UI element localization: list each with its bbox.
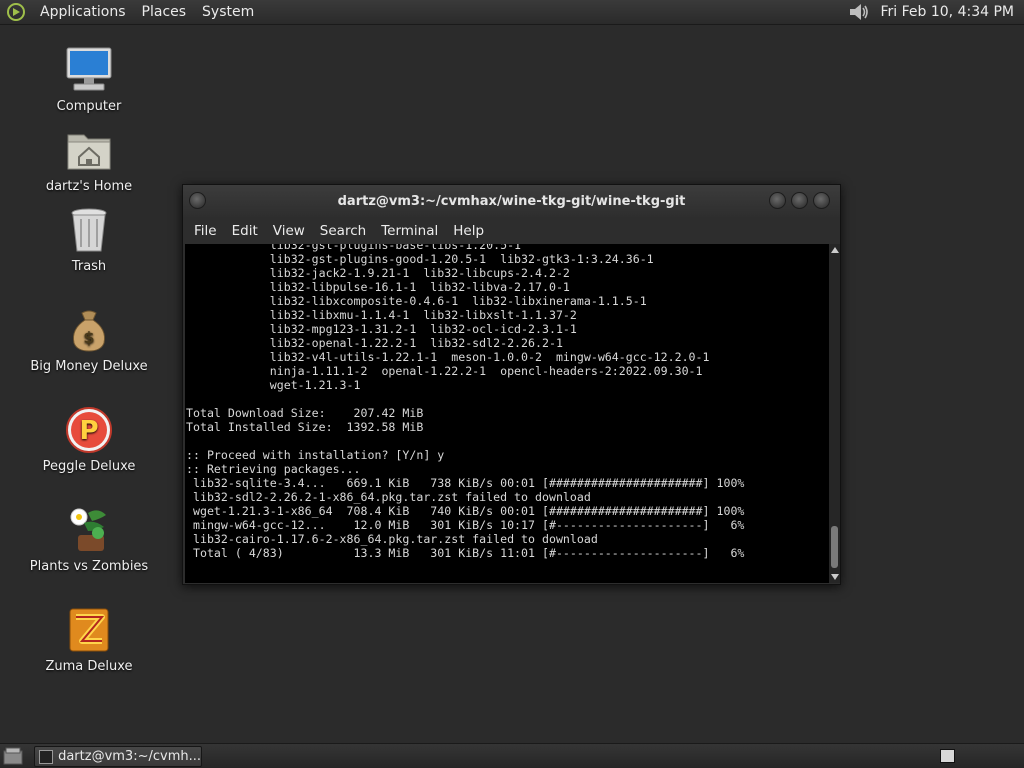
system-menu[interactable]: System	[194, 0, 262, 25]
taskbar-button-terminal[interactable]: dartz@vm3:~/cvmh...	[34, 746, 202, 767]
svg-text:P: P	[79, 416, 98, 446]
distro-logo-icon[interactable]	[6, 2, 26, 22]
peggle-icon: P	[66, 407, 112, 453]
menu-search[interactable]: Search	[313, 223, 374, 239]
terminal-text: lib32-gst-plugins-base-libs-1.20.5-1 lib…	[185, 244, 829, 560]
clock[interactable]: Fri Feb 10, 4:34 PM	[875, 4, 1024, 20]
desktop-icon-label: Zuma Deluxe	[45, 659, 133, 674]
desktop-icon-label: dartz's Home	[45, 179, 133, 194]
terminal-line: lib32-sdl2-2.26.2-1-x86_64.pkg.tar.zst f…	[186, 490, 591, 504]
maximize-button[interactable]	[791, 192, 808, 209]
terminal-output[interactable]: lib32-gst-plugins-base-libs-1.20.5-1 lib…	[185, 244, 829, 583]
terminal-line: Total Installed Size: 1392.58 MiB	[186, 420, 424, 434]
terminal-line: lib32-sqlite-3.4... 669.1 KiB 738 KiB/s …	[186, 476, 745, 490]
terminal-scrollbar[interactable]	[829, 244, 840, 583]
terminal-window[interactable]: dartz@vm3:~/cvmhax/wine-tkg-git/wine-tkg…	[182, 184, 841, 585]
window-menu-button[interactable]	[189, 192, 206, 209]
desktop-icon-computer[interactable]: Computer	[24, 45, 154, 114]
menu-view[interactable]: View	[266, 223, 313, 239]
home-folder-icon	[67, 134, 111, 170]
scroll-up-arrow-icon[interactable]	[831, 247, 839, 253]
applications-menu[interactable]: Applications	[32, 0, 134, 25]
desktop-icon-label: Big Money Deluxe	[30, 359, 148, 374]
terminal-line: mingw-w64-gcc-12... 12.0 MiB 301 KiB/s 1…	[186, 518, 745, 532]
bottom-panel: dartz@vm3:~/cvmh...	[0, 743, 1024, 768]
desktop-icon-peggle[interactable]: P Peggle Deluxe	[24, 405, 154, 474]
volume-icon[interactable]	[847, 1, 871, 23]
minimize-button[interactable]	[769, 192, 786, 209]
show-desktop-icon[interactable]	[3, 747, 23, 766]
trash-icon	[71, 208, 107, 252]
taskbar-button-label: dartz@vm3:~/cvmh...	[58, 749, 201, 764]
terminal-line: wget-1.21.3-1	[186, 378, 361, 392]
terminal-line: :: Retrieving packages...	[186, 462, 361, 476]
close-button[interactable]	[813, 192, 830, 209]
workspace-switcher[interactable]	[940, 749, 955, 763]
terminal-line: lib32-v4l-utils-1.22.1-1 meson-1.0.0-2 m…	[186, 350, 710, 364]
plants-vs-zombies-icon	[70, 508, 106, 551]
desktop-icon-label: Peggle Deluxe	[42, 459, 136, 474]
terminal-line: wget-1.21.3-1-x86_64 708.4 KiB 740 KiB/s…	[186, 504, 745, 518]
money-bag-icon: $	[73, 310, 105, 352]
window-titlebar[interactable]: dartz@vm3:~/cvmhax/wine-tkg-git/wine-tkg…	[183, 185, 840, 217]
places-menu[interactable]: Places	[134, 0, 195, 25]
terminal-icon	[39, 749, 54, 764]
scroll-down-arrow-icon[interactable]	[831, 574, 839, 580]
terminal-line: :: Proceed with installation? [Y/n] y	[186, 448, 445, 462]
desktop-icon-big-money[interactable]: $ Big Money Deluxe	[24, 305, 154, 374]
svg-text:$: $	[83, 328, 94, 347]
terminal-line: lib32-gst-plugins-good-1.20.5-1 lib32-gt…	[186, 252, 654, 266]
desktop-icon-label: Plants vs Zombies	[29, 559, 149, 574]
desktop-icon-label: Computer	[56, 99, 122, 114]
terminal-line: lib32-libxmu-1.1.4-1 lib32-libxslt-1.1.3…	[186, 308, 577, 322]
zuma-icon	[69, 608, 109, 652]
terminal-menubar: File Edit View Search Terminal Help	[183, 217, 840, 244]
terminal-line: lib32-openal-1.22.2-1 lib32-sdl2-2.26.2-…	[186, 336, 563, 350]
terminal-line: lib32-gst-plugins-base-libs-1.20.5-1	[186, 244, 522, 252]
menu-terminal[interactable]: Terminal	[374, 223, 446, 239]
computer-icon	[66, 47, 112, 91]
desktop-icon-home[interactable]: dartz's Home	[24, 125, 154, 194]
menu-help[interactable]: Help	[446, 223, 492, 239]
desktop-icon-label: Trash	[71, 259, 107, 274]
terminal-line: Total ( 4/83) 13.3 MiB 301 KiB/s 11:01 […	[186, 546, 745, 560]
desktop-icon-trash[interactable]: Trash	[24, 205, 154, 274]
menu-edit[interactable]: Edit	[225, 223, 266, 239]
terminal-line: lib32-cairo-1.17.6-2-x86_64.pkg.tar.zst …	[186, 532, 598, 546]
terminal-line: lib32-libpulse-16.1-1 lib32-libva-2.17.0…	[186, 280, 570, 294]
terminal-line: lib32-libxcomposite-0.4.6-1 lib32-libxin…	[186, 294, 647, 308]
top-panel: Applications Places System Fri Feb 10, 4…	[0, 0, 1024, 25]
scrollbar-thumb[interactable]	[831, 526, 838, 568]
desktop-icon-zuma[interactable]: Zuma Deluxe	[24, 605, 154, 674]
menu-file[interactable]: File	[187, 223, 225, 239]
terminal-line: lib32-jack2-1.9.21-1 lib32-libcups-2.4.2…	[186, 266, 570, 280]
window-title: dartz@vm3:~/cvmhax/wine-tkg-git/wine-tkg…	[337, 193, 686, 209]
terminal-line: lib32-mpg123-1.31.2-1 lib32-ocl-icd-2.3.…	[186, 322, 577, 336]
terminal-line: Total Download Size: 207.42 MiB	[186, 406, 424, 420]
terminal-line: ninja-1.11.1-2 openal-1.22.2-1 opencl-he…	[186, 364, 703, 378]
desktop-icon-plants-vs-zombies[interactable]: Plants vs Zombies	[24, 505, 154, 574]
